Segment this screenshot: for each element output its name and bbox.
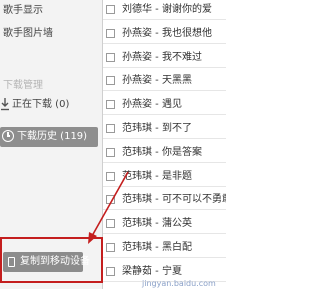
song-title: 孙燕姿 - 我不难过	[122, 52, 202, 63]
copy-to-mobile-label: 复制到移动设备	[20, 256, 90, 267]
song-checkbox[interactable]	[106, 76, 115, 85]
song-checkbox[interactable]	[106, 243, 115, 252]
song-title: 孙燕姿 - 我也很想他	[122, 28, 212, 39]
watermark: jingyan.baidu.com	[142, 279, 216, 288]
song-title: 刘德华 - 谢谢你的爱	[122, 4, 212, 15]
song-checkbox[interactable]	[106, 172, 115, 181]
sidebar-item-singer-wall[interactable]: 歌手图片墙	[3, 28, 53, 40]
list-item[interactable]: 范玮琪 - 蒲公英	[103, 214, 226, 234]
mobile-device-icon	[8, 257, 15, 267]
song-title: 孙燕姿 - 遇见	[122, 99, 182, 110]
song-checkbox[interactable]	[106, 124, 115, 133]
list-item[interactable]: 孙燕姿 - 遇见	[103, 95, 226, 115]
song-title: 范玮琪 - 是非题	[122, 171, 192, 182]
song-checkbox[interactable]	[106, 267, 115, 276]
song-checkbox[interactable]	[106, 29, 115, 38]
song-title: 梁静茹 - 宁夏	[122, 266, 182, 277]
copy-to-mobile-button[interactable]: 复制到移动设备	[3, 252, 90, 272]
app-window: 歌手显示 歌手图片墙 下载管理 正在下载 (0) 下载历史 (119) 复制到移…	[0, 0, 226, 289]
song-checkbox[interactable]	[106, 53, 115, 62]
list-item[interactable]: 孙燕姿 - 我也很想他	[103, 24, 226, 44]
sidebar: 歌手显示 歌手图片墙 下载管理 正在下载 (0) 下载历史 (119) 复制到移…	[0, 0, 103, 289]
list-item[interactable]: 孙燕姿 - 天黑黑	[103, 71, 226, 91]
download-history-button[interactable]: 下载历史 (119)	[0, 127, 98, 147]
list-item[interactable]: 范玮琪 - 到不了	[103, 119, 226, 139]
sidebar-item-singer-display[interactable]: 歌手显示	[3, 5, 43, 17]
download-arrow-icon	[1, 98, 9, 111]
song-checkbox[interactable]	[106, 219, 115, 228]
song-checkbox[interactable]	[106, 5, 115, 14]
song-list: 刘德华 - 谢谢你的爱 孙燕姿 - 我也很想他 孙燕姿 - 我不难过 孙燕姿 -…	[103, 0, 226, 289]
list-item[interactable]: 范玮琪 - 你是答案	[103, 143, 226, 163]
list-item[interactable]: 范玮琪 - 黑白配	[103, 238, 226, 258]
list-item[interactable]: 范玮琪 - 是非题	[103, 167, 226, 187]
song-title: 范玮琪 - 蒲公英	[122, 218, 192, 229]
song-title: 范玮琪 - 可不可以不勇敢	[122, 194, 226, 205]
clock-icon	[2, 130, 14, 142]
sidebar-item-downloading[interactable]: 正在下载 (0)	[12, 99, 69, 111]
song-title: 范玮琪 - 你是答案	[122, 147, 202, 158]
list-item[interactable]: 刘德华 - 谢谢你的爱	[103, 0, 226, 20]
song-title: 范玮琪 - 黑白配	[122, 242, 192, 253]
song-title: 孙燕姿 - 天黑黑	[122, 75, 192, 86]
list-item[interactable]: 范玮琪 - 可不可以不勇敢	[103, 190, 226, 210]
song-title: 范玮琪 - 到不了	[122, 123, 192, 134]
download-history-label: 下载历史 (119)	[17, 131, 88, 142]
download-section-header: 下载管理	[3, 80, 43, 91]
song-checkbox[interactable]	[106, 148, 115, 157]
song-checkbox[interactable]	[106, 100, 115, 109]
song-checkbox[interactable]	[106, 195, 115, 204]
list-item[interactable]: 孙燕姿 - 我不难过	[103, 48, 226, 68]
